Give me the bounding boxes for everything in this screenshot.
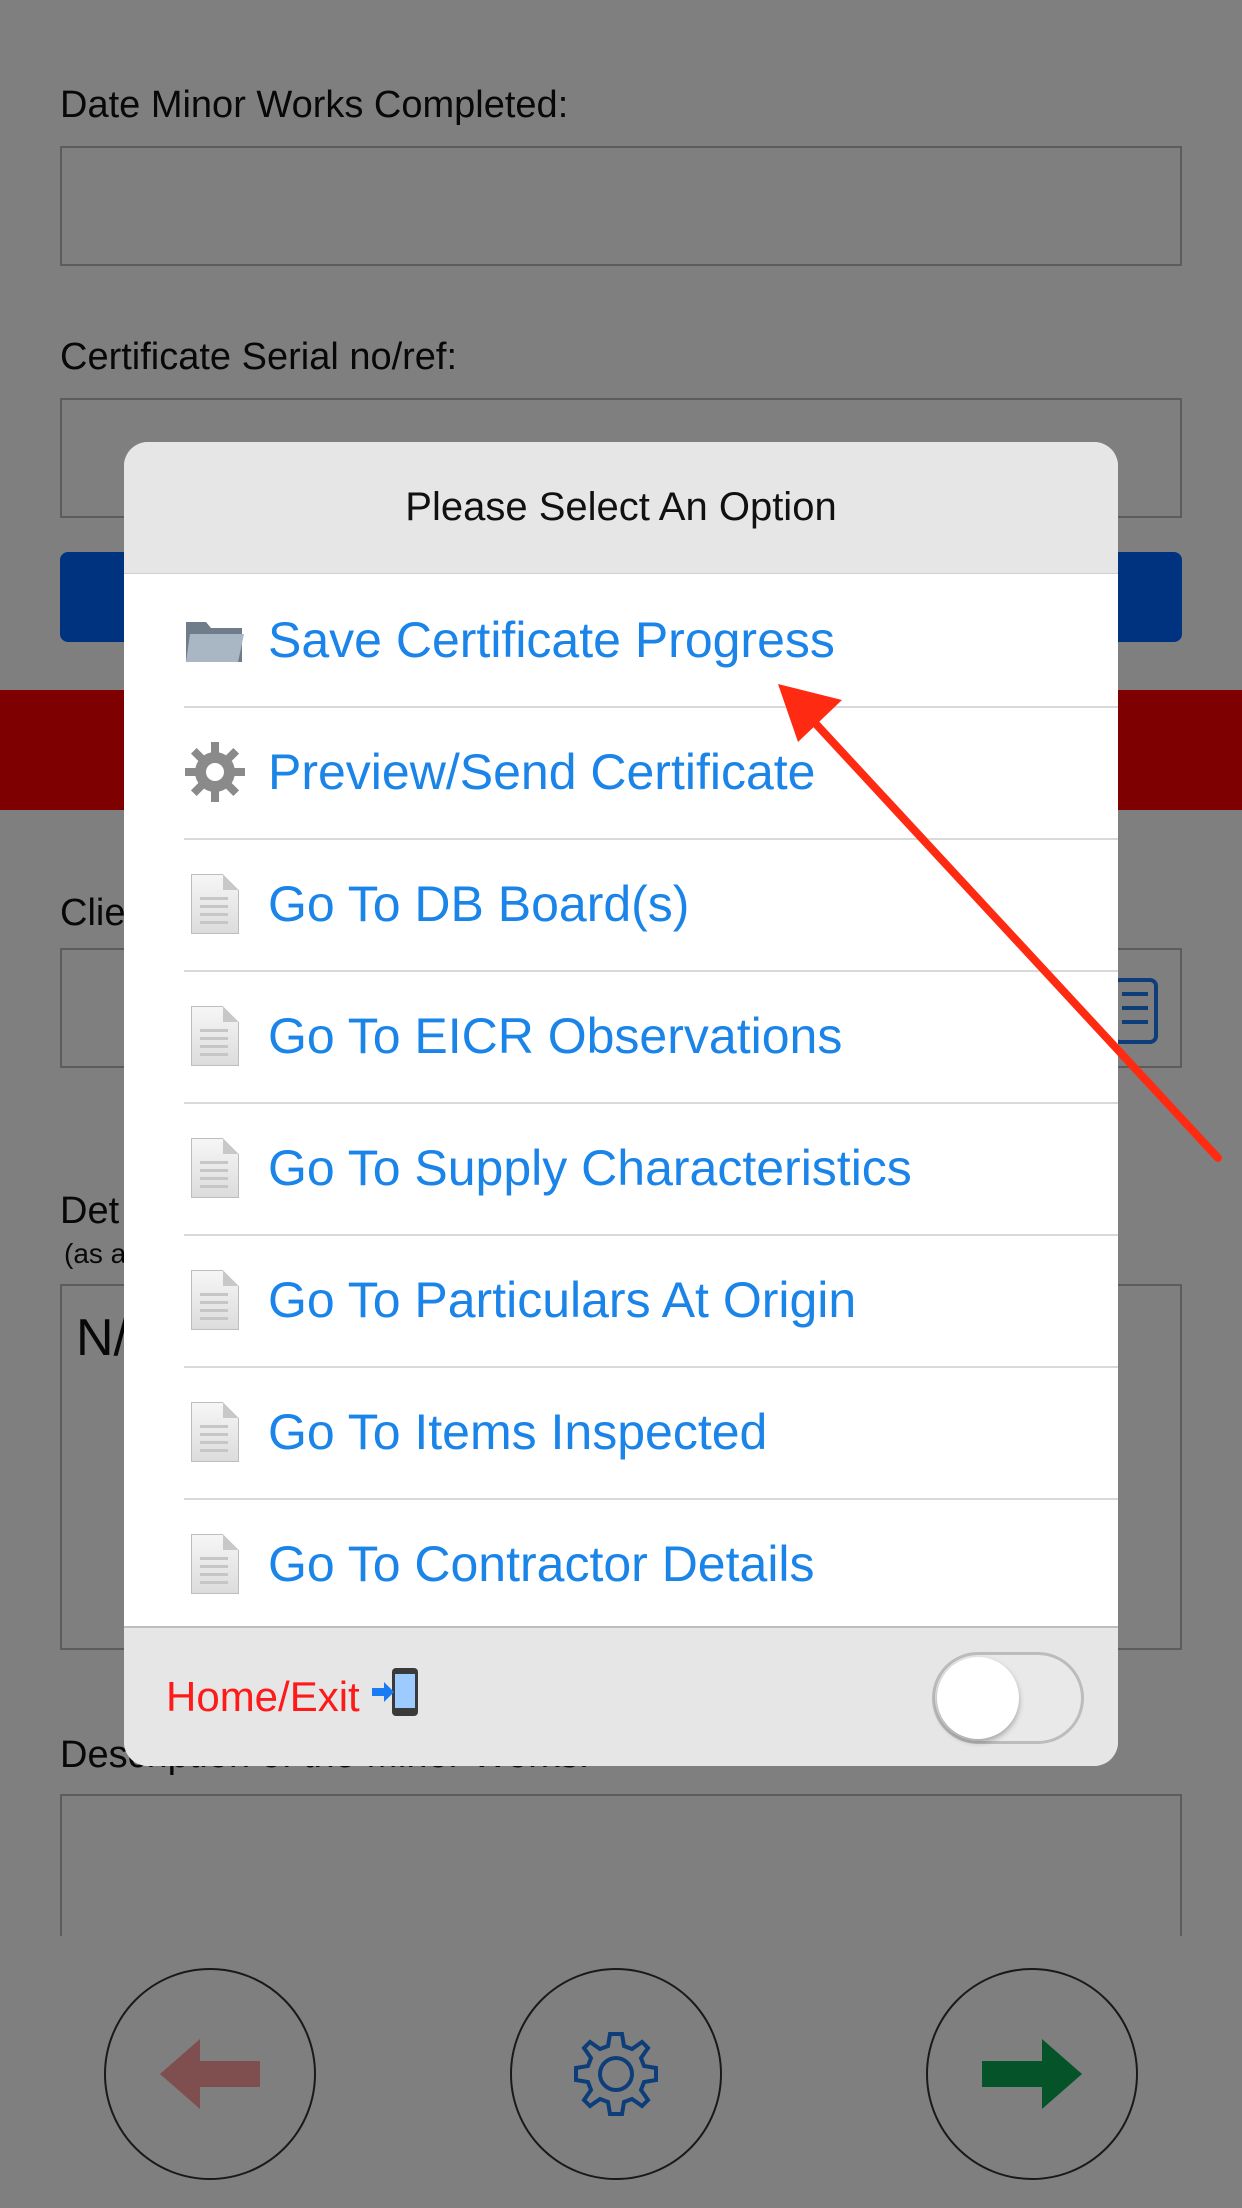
toggle-knob: [937, 1657, 1019, 1739]
home-exit-label[interactable]: Home/Exit: [166, 1673, 360, 1721]
document-icon: [184, 1269, 246, 1331]
gear-icon: [184, 741, 246, 803]
menu-item-label: Preview/Send Certificate: [268, 744, 816, 800]
menu-item-label: Go To DB Board(s): [268, 876, 690, 932]
menu-item-items-inspected[interactable]: Go To Items Inspected: [124, 1366, 1118, 1498]
menu-item-label: Go To Items Inspected: [268, 1404, 768, 1460]
menu-item-label: Go To EICR Observations: [268, 1008, 843, 1064]
options-dialog: Please Select An Option Save Certificate…: [124, 442, 1118, 1766]
menu-item-db-boards[interactable]: Go To DB Board(s): [124, 838, 1118, 970]
options-list: Save Certificate Progress Preview/Send C…: [124, 574, 1118, 1630]
document-icon: [184, 873, 246, 935]
menu-item-label: Go To Contractor Details: [268, 1536, 815, 1592]
menu-item-save-progress[interactable]: Save Certificate Progress: [124, 574, 1118, 706]
menu-item-label: Go To Particulars At Origin: [268, 1272, 857, 1328]
document-icon: [184, 1005, 246, 1067]
menu-item-label: Go To Supply Characteristics: [268, 1140, 912, 1196]
dialog-footer: Home/Exit: [124, 1626, 1118, 1766]
menu-item-label: Save Certificate Progress: [268, 612, 835, 668]
home-exit-toggle[interactable]: [932, 1652, 1084, 1744]
document-icon: [184, 1137, 246, 1199]
menu-item-eicr-observations[interactable]: Go To EICR Observations: [124, 970, 1118, 1102]
document-icon: [184, 1533, 246, 1595]
menu-item-contractor-details[interactable]: Go To Contractor Details: [124, 1498, 1118, 1630]
menu-item-preview-send[interactable]: Preview/Send Certificate: [124, 706, 1118, 838]
menu-item-particulars-origin[interactable]: Go To Particulars At Origin: [124, 1234, 1118, 1366]
folder-icon: [184, 609, 246, 671]
dialog-title: Please Select An Option: [124, 442, 1118, 574]
document-icon: [184, 1401, 246, 1463]
menu-item-supply-characteristics[interactable]: Go To Supply Characteristics: [124, 1102, 1118, 1234]
phone-arrow-icon: [371, 1666, 420, 1728]
